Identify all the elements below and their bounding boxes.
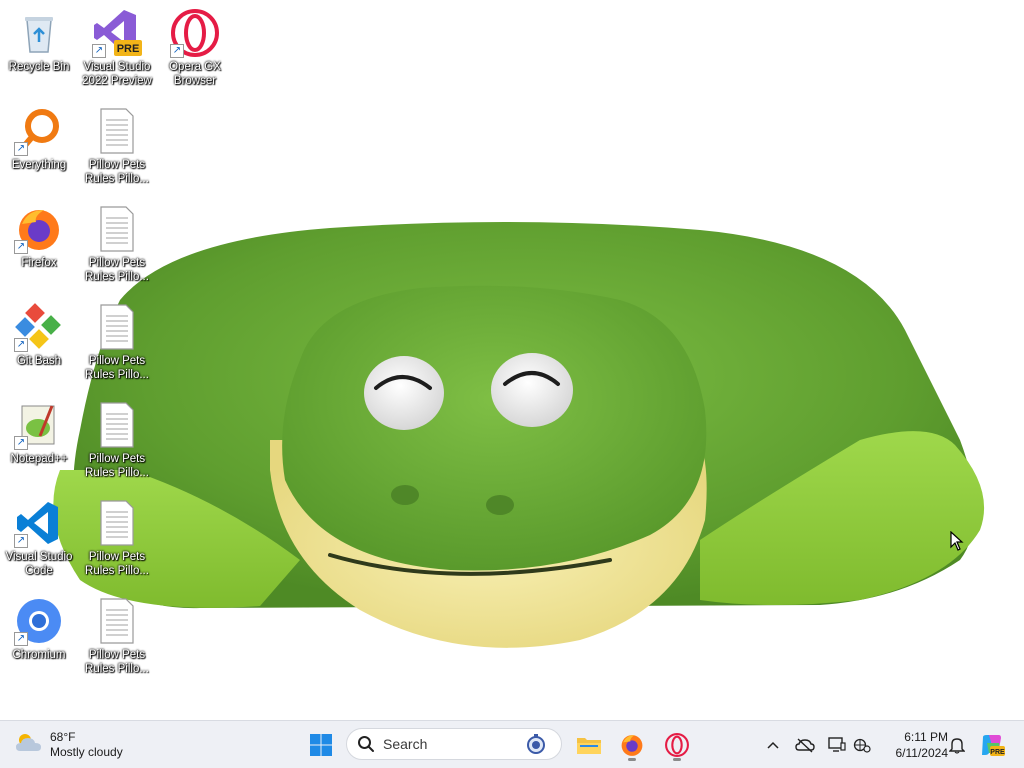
- desktop-icon-notepad-plus-plus[interactable]: ↗ Notepad++: [0, 396, 78, 488]
- text-document-icon: [92, 596, 142, 646]
- onedrive-icon: [795, 738, 815, 753]
- weather-widget[interactable]: 68°F Mostly cloudy: [14, 727, 123, 763]
- desktop-icon-everything[interactable]: ↗ Everything: [0, 102, 78, 194]
- svg-text:PRE: PRE: [990, 749, 1005, 756]
- weather-temperature: 68°F: [50, 730, 76, 744]
- firefox-icon: ↗: [14, 204, 64, 254]
- text-document-icon: [92, 400, 142, 450]
- search-highlight-icon: [525, 734, 547, 756]
- start-button[interactable]: [303, 727, 339, 763]
- desktop-icon-label: Pillow Pets Rules Pillo...: [85, 551, 149, 577]
- system-clock[interactable]: 6:11 PM 6/11/2024: [878, 729, 949, 761]
- desktop-icon-label: Notepad++: [10, 453, 68, 465]
- desktop-icon-text-file-4[interactable]: Pillow Pets Rules Pillo...: [78, 396, 156, 488]
- desktop-icon-label: Visual Studio Code: [5, 551, 73, 577]
- desktop-icon-git-bash[interactable]: ↗ Git Bash: [0, 298, 78, 390]
- desktop-icon-label: Pillow Pets Rules Pillo...: [85, 649, 149, 675]
- everything-search-icon: ↗: [14, 106, 64, 156]
- taskbar-firefox-button[interactable]: [614, 727, 650, 763]
- bell-icon: [949, 738, 965, 754]
- desktop-icon-label: Everything: [11, 159, 67, 171]
- running-indicator: [673, 758, 681, 761]
- pre-badge-text: PRE: [117, 43, 140, 55]
- desktop-icon-label: Visual Studio 2022 Preview: [82, 61, 152, 87]
- notifications-button[interactable]: [946, 727, 968, 763]
- opera-gx-icon: ↗: [170, 8, 220, 58]
- desktop-icon-label: Opera GX Browser: [169, 61, 221, 87]
- text-document-icon: [92, 204, 142, 254]
- mouse-cursor-icon: [950, 530, 964, 551]
- search-icon: [357, 735, 375, 753]
- taskbar-opera-gx-button[interactable]: [659, 727, 695, 763]
- file-explorer-icon: [577, 738, 601, 754]
- search-placeholder: Search: [383, 736, 428, 752]
- onedrive-status-button[interactable]: [794, 727, 816, 763]
- copilot-preview-icon: PRE: [982, 735, 1005, 756]
- network-status-button[interactable]: [851, 727, 873, 763]
- copilot-button[interactable]: PRE: [978, 727, 1006, 763]
- desktop-icon-visual-studio-preview[interactable]: PRE ↗ Visual Studio 2022 Preview: [78, 4, 156, 96]
- desktop-icon-label: Chromium: [12, 649, 66, 661]
- text-document-icon: [92, 106, 142, 156]
- desktop-icon-label: Git Bash: [16, 355, 62, 367]
- weather-condition: Mostly cloudy: [50, 745, 123, 759]
- opera-gx-icon: [665, 733, 689, 757]
- desktop-icon-text-file-6[interactable]: Pillow Pets Rules Pillo...: [78, 592, 156, 684]
- vscode-icon: ↗: [14, 498, 64, 548]
- git-bash-icon: ↗: [14, 302, 64, 352]
- show-hidden-icons-button[interactable]: [762, 727, 784, 763]
- chromium-icon: ↗: [14, 596, 64, 646]
- network-icon: [853, 738, 871, 753]
- desktop-icon-text-file-5[interactable]: Pillow Pets Rules Pillo...: [78, 494, 156, 586]
- notepad-plus-plus-icon: ↗: [14, 400, 64, 450]
- desktop-icon-text-file-1[interactable]: Pillow Pets Rules Pillo...: [78, 102, 156, 194]
- file-explorer-button[interactable]: [571, 727, 607, 763]
- desktop-icon-text-file-3[interactable]: Pillow Pets Rules Pillo...: [78, 298, 156, 390]
- desktop-icon-label: Pillow Pets Rules Pillo...: [85, 159, 149, 185]
- recycle-bin-icon: [14, 8, 64, 58]
- firefox-icon: [621, 735, 643, 756]
- taskbar: 68°F Mostly cloudy Search 6:11 PM 6/11/2…: [0, 720, 1024, 768]
- desktop-icon-label: Pillow Pets Rules Pillo...: [85, 355, 149, 381]
- clock-date: 6/11/2024: [895, 746, 949, 760]
- text-document-icon: [92, 498, 142, 548]
- desktop-icon-chromium[interactable]: ↗ Chromium: [0, 592, 78, 684]
- desktop-icon-label: Recycle Bin: [8, 61, 70, 73]
- start-icon: [310, 734, 332, 756]
- clock-time: 6:11 PM: [904, 730, 948, 744]
- taskbar-search-box[interactable]: Search: [346, 728, 562, 760]
- visual-studio-preview-icon: PRE ↗: [92, 8, 142, 58]
- running-indicator: [628, 758, 636, 761]
- desktop-icon-label: Pillow Pets Rules Pillo...: [85, 257, 149, 283]
- desktop-icon-opera-gx[interactable]: ↗ Opera GX Browser: [156, 4, 234, 96]
- chevron-up-icon: [767, 741, 779, 749]
- display-icon: [828, 737, 846, 752]
- display-button[interactable]: [826, 727, 848, 763]
- desktop-icon-text-file-2[interactable]: Pillow Pets Rules Pillo...: [78, 200, 156, 292]
- desktop-icon-label: Firefox: [21, 257, 57, 269]
- text-document-icon: [92, 302, 142, 352]
- desktop-icon-recycle-bin[interactable]: Recycle Bin: [0, 4, 78, 96]
- desktop-icon-firefox[interactable]: ↗ Firefox: [0, 200, 78, 292]
- desktop-icon-vscode[interactable]: ↗ Visual Studio Code: [0, 494, 78, 586]
- desktop-icon-label: Pillow Pets Rules Pillo...: [85, 453, 149, 479]
- cloudy-weather-icon: [14, 731, 44, 760]
